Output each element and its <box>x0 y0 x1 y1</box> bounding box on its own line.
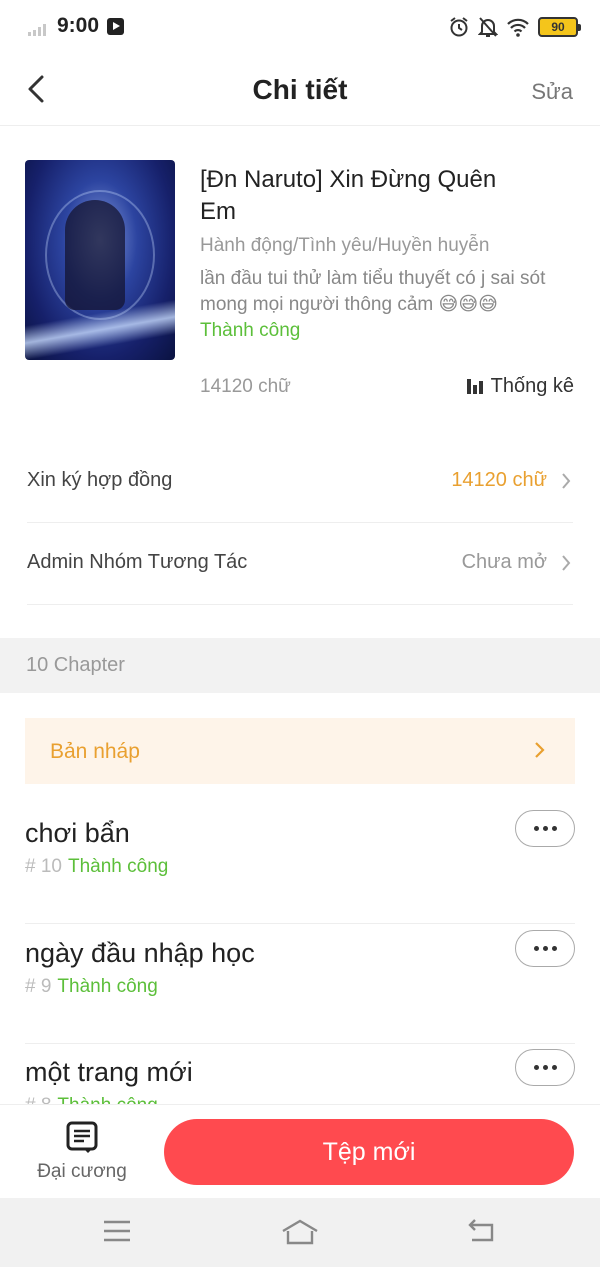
chapter-list: chơi bẩn # 10 Thành công ngày đầu nhập họ… <box>0 800 600 1104</box>
top-app-bar: Chi tiết Sửa <box>0 56 600 126</box>
status-time: 9:00 <box>57 14 100 37</box>
menu-icon[interactable] <box>102 1218 132 1244</box>
chapter-count: 10 Chapter <box>26 654 125 676</box>
book-genre: Hành động/Tình yêu/Huyền huyễn <box>200 235 490 256</box>
statistics-button[interactable]: Thống kê <box>466 375 574 398</box>
page-title: Chi tiết <box>252 74 348 105</box>
more-options-button[interactable] <box>515 810 575 847</box>
chevron-right-icon <box>562 555 571 571</box>
chevron-right-icon <box>535 742 545 758</box>
edit-button[interactable]: Sửa <box>531 79 573 105</box>
chapter-status: Thành công <box>57 976 158 997</box>
chapter-title: chơi bẩn <box>25 818 130 848</box>
chevron-right-icon <box>562 473 571 489</box>
admin-group-label: Admin Nhóm Tương Tác <box>27 551 248 573</box>
system-navigation-bar <box>0 1198 600 1267</box>
chapter-meta: # 8 Thành công <box>25 1095 158 1104</box>
chapter-meta: # 9 Thành công <box>25 976 158 998</box>
more-options-button[interactable] <box>515 930 575 967</box>
back-icon[interactable] <box>466 1218 498 1244</box>
mute-bell-icon <box>478 17 498 37</box>
chapter-item[interactable]: một trang mới # 8 Thành công <box>25 1043 575 1104</box>
statistics-label: Thống kê <box>490 375 574 397</box>
book-status: Thành công <box>200 320 301 341</box>
chapter-status: Thành công <box>57 1095 157 1104</box>
outline-document-icon[interactable] <box>66 1121 98 1155</box>
battery-indicator: 90 <box>538 17 581 37</box>
contract-value: 14120 chữ <box>451 469 547 491</box>
chapter-number: # 9 <box>25 976 52 997</box>
chapter-number: # 8 <box>25 1095 51 1104</box>
chapter-meta: # 10 Thành công <box>25 856 168 878</box>
bottom-action-bar: Đại cương Tệp mới <box>0 1104 600 1198</box>
admin-group-row[interactable]: Admin Nhóm Tương Tác Chưa mở <box>27 523 573 605</box>
outline-label[interactable]: Đại cương <box>0 1161 164 1183</box>
chapter-item[interactable]: chơi bẩn # 10 Thành công <box>25 804 575 924</box>
status-bar: 9:00 90 <box>0 0 600 56</box>
bar-chart-icon <box>466 379 483 394</box>
drafts-row[interactable]: Bản nháp <box>25 718 575 784</box>
book-description: lần đầu tui thử làm tiểu thuyết có j sai… <box>200 268 546 315</box>
system-icons: 90 <box>448 14 581 40</box>
book-word-count: 14120 chữ <box>200 376 291 397</box>
chapter-item[interactable]: ngày đầu nhập học # 9 Thành công <box>25 924 575 1044</box>
chapter-number: # 10 <box>25 856 62 877</box>
chapter-title: ngày đầu nhập học <box>25 938 255 968</box>
new-file-button[interactable]: Tệp mới <box>164 1119 574 1185</box>
media-play-icon <box>107 18 124 35</box>
book-title: [Đn Naruto] Xin Đừng Quên Em <box>200 166 497 225</box>
more-options-button[interactable] <box>515 1049 575 1086</box>
admin-group-value: Chưa mở <box>461 551 547 573</box>
chapter-title: một trang mới <box>25 1057 193 1087</box>
wifi-icon <box>507 18 529 37</box>
signal-icon <box>28 24 50 36</box>
alarm-icon <box>450 17 468 37</box>
chapter-status: Thành công <box>67 856 169 877</box>
book-cover-image <box>25 160 175 360</box>
chapters-section-header: 10 Chapter <box>0 638 600 693</box>
drafts-label: Bản nháp <box>50 740 140 763</box>
contract-label: Xin ký hợp đồng <box>27 469 173 491</box>
contract-row[interactable]: Xin ký hợp đồng 14120 chữ <box>27 441 573 523</box>
home-icon[interactable] <box>280 1218 320 1246</box>
